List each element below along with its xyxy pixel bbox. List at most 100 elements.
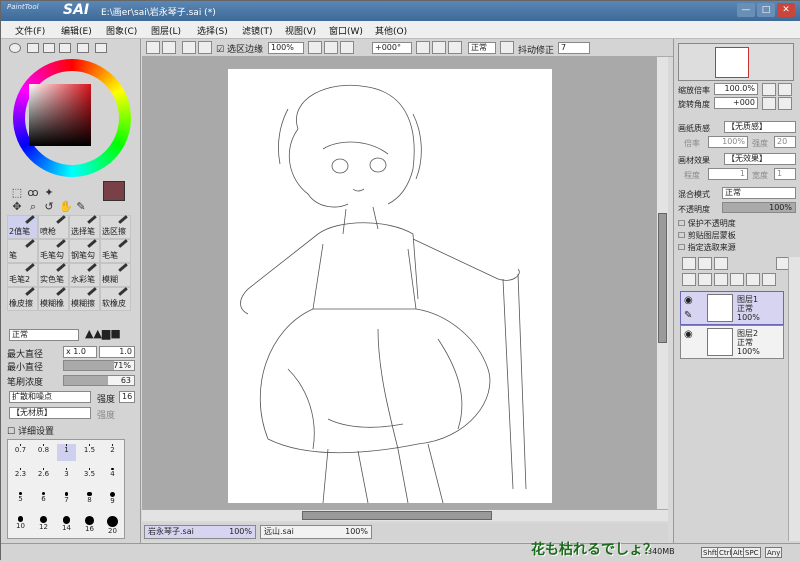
close-button[interactable]: ✕ bbox=[777, 3, 795, 17]
nav-rotate-value[interactable]: +000 bbox=[714, 97, 758, 109]
brush-brush[interactable]: 毛笔 bbox=[100, 239, 131, 263]
visibility-eye-icon[interactable]: ◉ bbox=[684, 329, 693, 340]
nav-reset-button[interactable] bbox=[778, 97, 792, 110]
nav-zoom-value[interactable]: 100.0% bbox=[714, 83, 758, 95]
redo-button[interactable] bbox=[162, 41, 176, 54]
max-size-multiplier[interactable]: x 1.0 bbox=[63, 346, 97, 358]
brush-size-cell[interactable]: 5 bbox=[11, 492, 30, 509]
zoom-icon[interactable]: ⌕ bbox=[27, 201, 39, 213]
brush-blend-select[interactable]: 正常 bbox=[9, 329, 79, 341]
brush-watercolor[interactable]: 水彩笔 bbox=[69, 263, 100, 287]
strength-value[interactable]: 16 bbox=[119, 391, 135, 403]
brush-size-cell[interactable]: 3 bbox=[57, 468, 76, 485]
magic-wand-icon[interactable]: ✦ bbox=[43, 187, 55, 199]
brush-ink-pen[interactable]: 钢笔勾 bbox=[69, 239, 100, 263]
delete-layer-button[interactable] bbox=[730, 273, 744, 286]
selection-edge-checkbox[interactable]: ☑ 选区边缘 bbox=[216, 42, 263, 55]
zoom-field[interactable]: 100% bbox=[268, 42, 304, 54]
brush-size-cell[interactable]: 9 bbox=[103, 492, 122, 509]
saturation-value-square[interactable] bbox=[29, 84, 91, 146]
brush-size-cell[interactable]: 20 bbox=[103, 516, 122, 535]
brush-size-cell[interactable]: 1.5 bbox=[80, 444, 99, 461]
brush-size-cell[interactable]: 0.7 bbox=[11, 444, 30, 461]
menu-file[interactable]: 文件(F) bbox=[15, 24, 45, 37]
menu-other[interactable]: 其他(O) bbox=[375, 24, 407, 37]
brush-soft-eraser[interactable]: 软橡皮 bbox=[100, 287, 131, 311]
brush-airbrush[interactable]: 喷枪 bbox=[38, 215, 69, 239]
brush-pen[interactable]: 笔 bbox=[7, 239, 38, 263]
rotate-right-button[interactable] bbox=[432, 41, 446, 54]
clipping-checkbox[interactable]: ☐ 剪贴图层蒙板 bbox=[678, 230, 736, 241]
rotate-reset-button[interactable] bbox=[448, 41, 462, 54]
zoom-out-button[interactable] bbox=[308, 41, 322, 54]
menu-image[interactable]: 图象(C) bbox=[106, 24, 137, 37]
brush-size-cell[interactable]: 16 bbox=[80, 516, 99, 533]
menu-edit[interactable]: 编辑(E) bbox=[61, 24, 92, 37]
brush-size-cell[interactable]: 7 bbox=[57, 492, 76, 509]
spread-noise-select[interactable]: 扩散和噪点 bbox=[9, 391, 91, 403]
brush-blur-eraser[interactable]: 模糊橡 bbox=[38, 287, 69, 311]
maximize-button[interactable]: □ bbox=[757, 3, 775, 17]
swatches-tab-icon[interactable] bbox=[77, 43, 89, 53]
paper-texture-select[interactable]: 【无质感】 bbox=[724, 121, 796, 133]
brush-select-pen[interactable]: 选择笔 bbox=[69, 215, 100, 239]
texture-select[interactable]: 【无材质】 bbox=[9, 407, 91, 419]
stabilizer-select[interactable]: 7 bbox=[558, 42, 590, 54]
rotate-left-button[interactable] bbox=[416, 41, 430, 54]
scratchpad-tab-icon[interactable] bbox=[95, 43, 107, 53]
effect-degree-value[interactable]: 1 bbox=[708, 168, 748, 180]
layer-panel-scrollbar[interactable] bbox=[788, 257, 800, 541]
brush-shape-icons[interactable]: ▲▲▆■ bbox=[85, 327, 121, 340]
brush-size-cell[interactable]: 6 bbox=[34, 492, 53, 509]
brush-select-eraser[interactable]: 选区擦 bbox=[100, 215, 131, 239]
canvas-area[interactable] bbox=[142, 57, 656, 509]
move-down-layer-button[interactable] bbox=[698, 273, 712, 286]
max-size-value[interactable]: 1.0 bbox=[99, 346, 135, 358]
brush-blur-erase-2[interactable]: 模糊擦 bbox=[69, 287, 100, 311]
lasso-icon[interactable]: ꝏ bbox=[27, 187, 39, 199]
menu-layer[interactable]: 图层(L) bbox=[151, 24, 181, 37]
effect-width-value[interactable]: 1 bbox=[774, 168, 796, 180]
material-effect-select[interactable]: 【无效果】 bbox=[724, 153, 796, 165]
brush-size-cell[interactable]: 2.6 bbox=[34, 468, 53, 485]
color-wheel-tab-icon[interactable] bbox=[9, 43, 21, 53]
navigator-preview[interactable] bbox=[678, 43, 794, 81]
brush-solid-pen[interactable]: 实色笔 bbox=[38, 263, 69, 287]
menu-filter[interactable]: 滤镜(T) bbox=[242, 24, 273, 37]
min-size-slider[interactable]: 71% bbox=[63, 360, 135, 371]
menu-select[interactable]: 选择(S) bbox=[197, 24, 228, 37]
color-palette-tab-icon[interactable] bbox=[59, 43, 71, 53]
canvas-horizontal-scrollbar[interactable] bbox=[142, 509, 668, 521]
drawing-paper[interactable] bbox=[228, 69, 552, 504]
brush-size-cell[interactable]: 10 bbox=[11, 516, 30, 533]
canvas-vertical-scrollbar[interactable] bbox=[656, 57, 668, 509]
brush-size-cell[interactable]: 2.3 bbox=[11, 468, 30, 485]
clear-layer-button[interactable] bbox=[714, 273, 728, 286]
nav-rotate-button[interactable] bbox=[762, 97, 776, 110]
zoom-reset-button[interactable] bbox=[340, 41, 354, 54]
brush-size-cell[interactable]: 1 bbox=[57, 444, 76, 461]
brush-size-cell[interactable]: 12 bbox=[34, 516, 53, 533]
doc-tab-active[interactable]: 岩永琴子.sai 100% bbox=[144, 525, 256, 539]
vertical-scroll-thumb[interactable] bbox=[658, 213, 667, 343]
paper-strength-value[interactable]: 20 bbox=[774, 136, 796, 148]
layer-opacity-slider[interactable]: 100% bbox=[722, 202, 796, 213]
new-layer-button[interactable] bbox=[682, 257, 696, 270]
zoom-in-button[interactable] bbox=[324, 41, 338, 54]
menu-window[interactable]: 窗口(W) bbox=[329, 24, 363, 37]
protect-alpha-checkbox[interactable]: ☐ 保护不透明度 bbox=[678, 218, 736, 229]
move-icon[interactable]: ✥ bbox=[11, 201, 23, 213]
deselect-button[interactable] bbox=[182, 41, 196, 54]
menu-view[interactable]: 视图(V) bbox=[285, 24, 316, 37]
flip-button[interactable] bbox=[500, 41, 514, 54]
eyedropper-icon[interactable]: ✎ bbox=[75, 201, 87, 213]
invert-select-button[interactable] bbox=[198, 41, 212, 54]
detail-settings-checkbox[interactable]: ☐ 详细设置 bbox=[7, 424, 54, 437]
brush-ink-brush[interactable]: 毛笔勾 bbox=[38, 239, 69, 263]
merge-down-button[interactable] bbox=[746, 273, 760, 286]
hand-icon[interactable]: ✋ bbox=[59, 201, 73, 213]
rgb-slider-tab-icon[interactable] bbox=[27, 43, 39, 53]
layer-row-2[interactable]: ◉ 图层2 正常 100% bbox=[680, 325, 784, 359]
rotate-icon[interactable]: ↺ bbox=[43, 201, 55, 213]
selection-source-checkbox[interactable]: ☐ 指定选取来源 bbox=[678, 242, 736, 253]
